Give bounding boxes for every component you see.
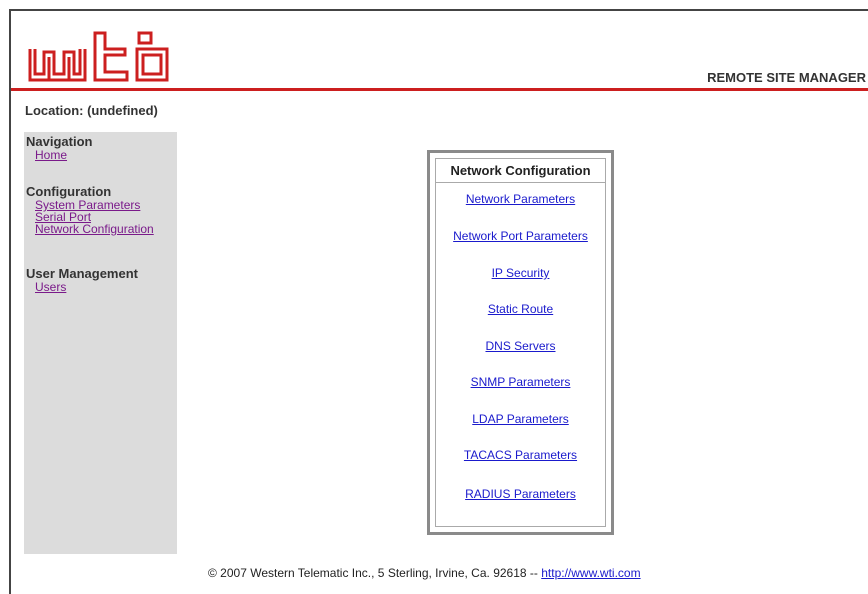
sidebar-item-network-configuration[interactable]: Network Configuration xyxy=(35,223,154,235)
link-ldap-parameters[interactable]: LDAP Parameters xyxy=(436,412,605,426)
link-dns-servers[interactable]: DNS Servers xyxy=(436,339,605,353)
product-title: REMOTE SITE MANAGER xyxy=(707,70,866,85)
nav-heading: User Management xyxy=(26,266,138,281)
nav-section-user-management: User Management Users xyxy=(26,266,138,294)
footer-copyright: © 2007 Western Telematic Inc., 5 Sterlin… xyxy=(208,566,542,580)
link-tacacs-parameters[interactable]: TACACS Parameters xyxy=(436,448,605,462)
location-label: Location: (undefined) xyxy=(25,103,158,118)
link-snmp-parameters[interactable]: SNMP Parameters xyxy=(436,375,605,389)
nav-section-configuration: Configuration System Parameters Serial P… xyxy=(26,184,154,236)
panel-inner: Network Configuration Network Parameters… xyxy=(435,158,606,527)
network-configuration-panel: Network Configuration Network Parameters… xyxy=(427,150,614,535)
panel-title: Network Configuration xyxy=(436,163,605,183)
link-network-port-parameters[interactable]: Network Port Parameters xyxy=(436,229,605,243)
sidebar: Navigation Home Configuration System Par… xyxy=(24,132,177,554)
footer: © 2007 Western Telematic Inc., 5 Sterlin… xyxy=(208,566,641,580)
sidebar-item-home[interactable]: Home xyxy=(35,149,92,161)
link-static-route[interactable]: Static Route xyxy=(436,302,605,316)
link-network-parameters[interactable]: Network Parameters xyxy=(436,192,605,206)
link-radius-parameters[interactable]: RADIUS Parameters xyxy=(436,487,605,501)
footer-website-link[interactable]: http://www.wti.com xyxy=(541,566,640,580)
nav-section-navigation: Navigation Home xyxy=(26,134,93,162)
nav-heading: Configuration xyxy=(26,184,112,199)
sidebar-item-users[interactable]: Users xyxy=(35,281,138,293)
link-ip-security[interactable]: IP Security xyxy=(436,266,605,280)
wti-logo xyxy=(28,31,169,82)
nav-heading: Navigation xyxy=(26,134,93,149)
header-divider xyxy=(11,88,868,91)
